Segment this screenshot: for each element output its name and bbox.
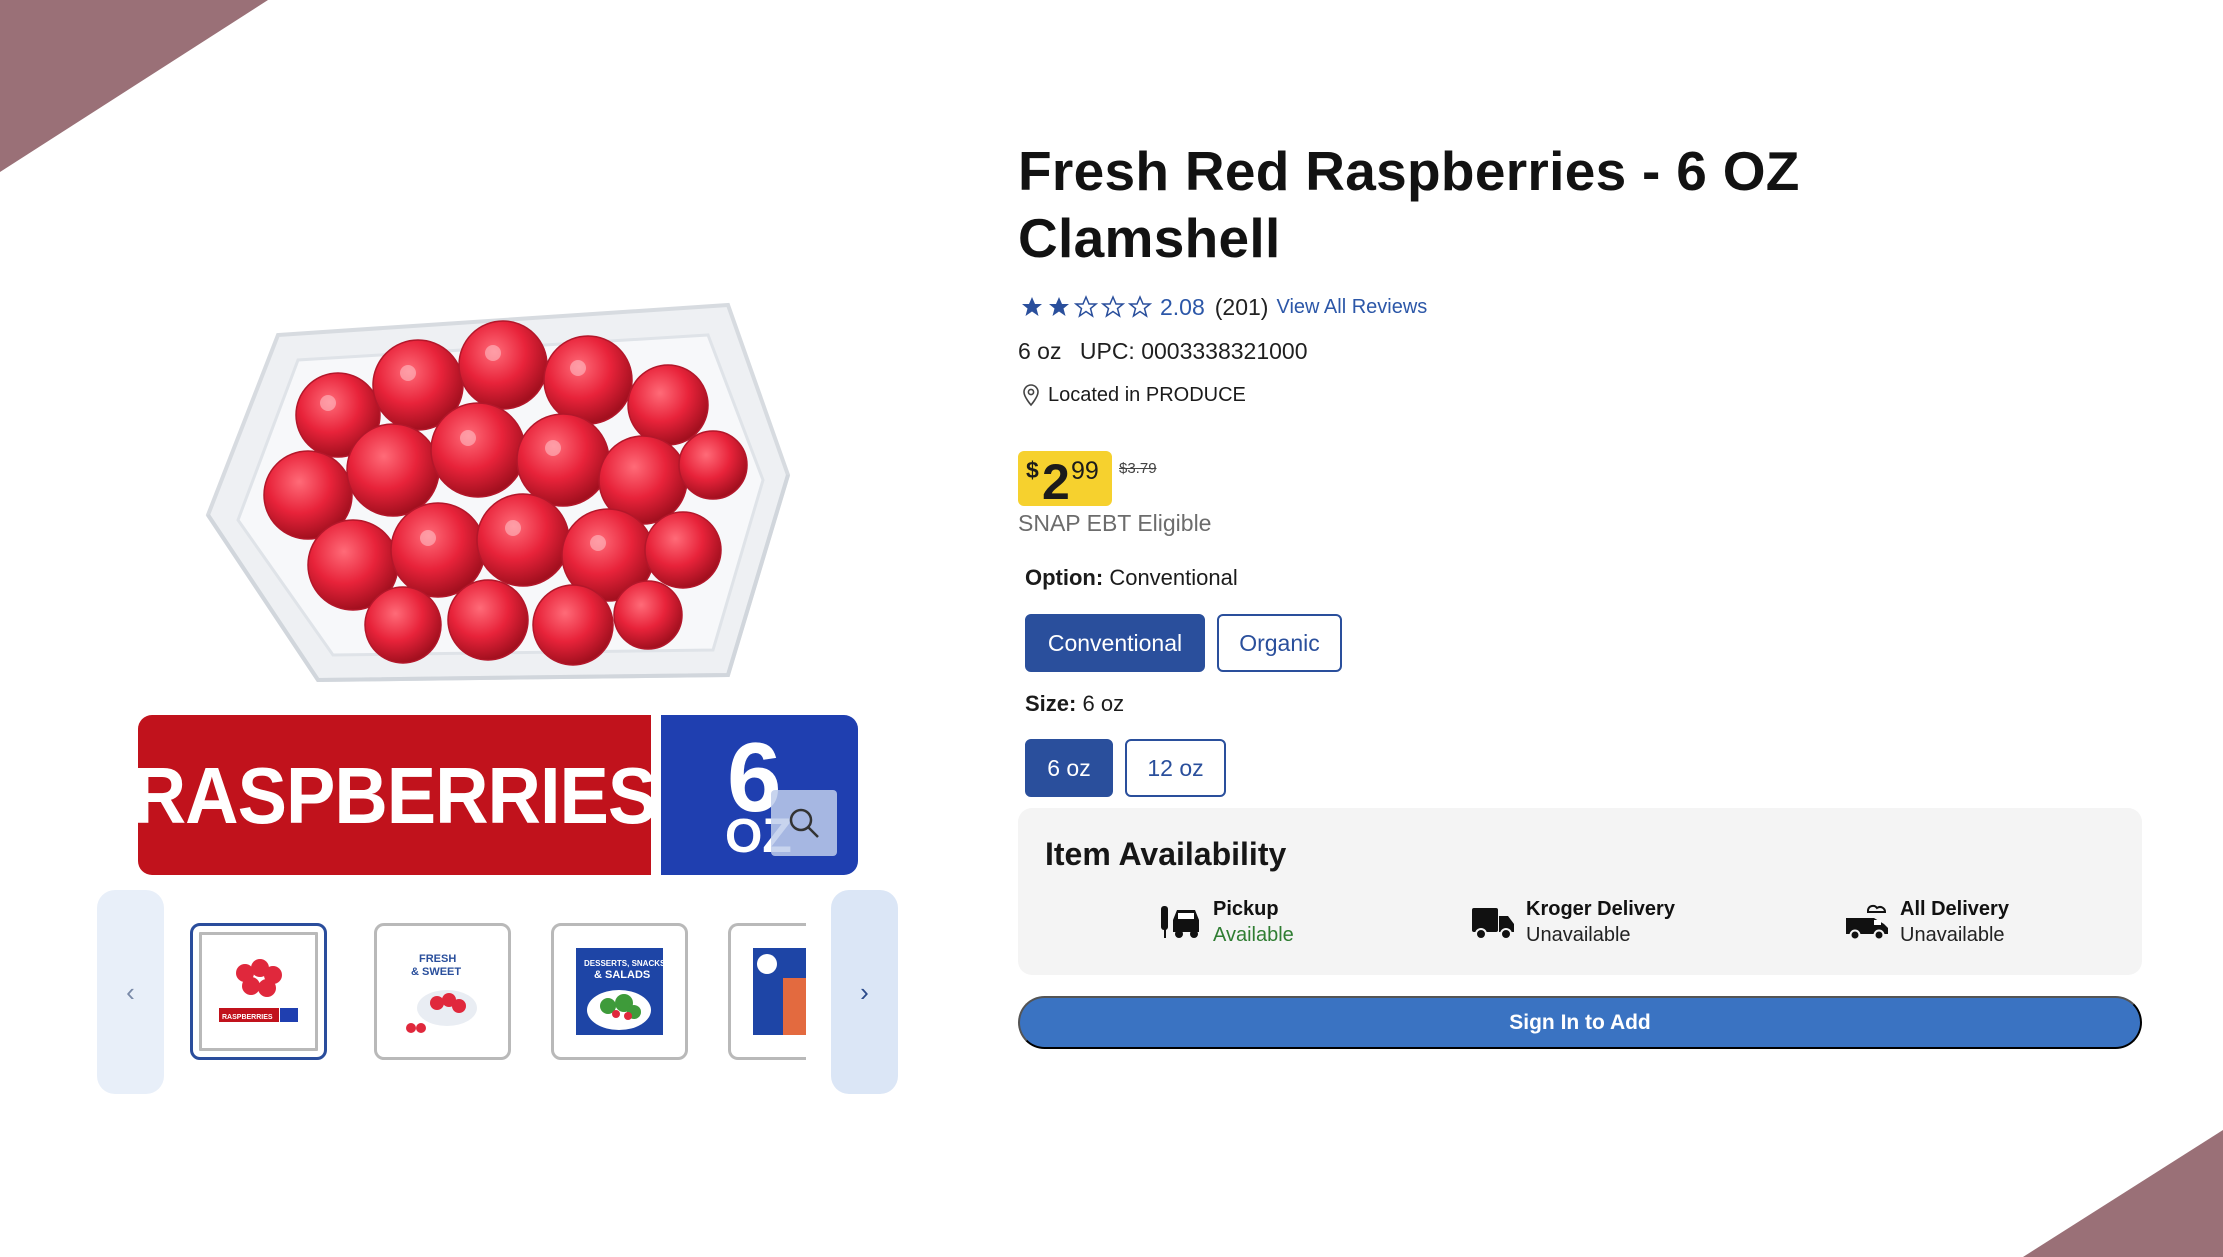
availability-name: Kroger Delivery bbox=[1526, 898, 1675, 920]
size-label: Size: bbox=[1025, 691, 1077, 716]
availability-title: Item Availability bbox=[1045, 836, 1287, 872]
availability-status: Unavailable bbox=[1900, 924, 2005, 946]
svg-text:FRESH: FRESH bbox=[419, 953, 456, 965]
chevron-left-icon: ‹ bbox=[126, 976, 135, 1007]
availability-name: All Delivery bbox=[1900, 898, 2009, 920]
partial-thumbnail-image bbox=[753, 948, 806, 1035]
availability-status: Unavailable bbox=[1526, 924, 1631, 946]
option-value: Conventional bbox=[1109, 565, 1238, 590]
chevron-right-icon: › bbox=[860, 976, 869, 1007]
star-empty-icon bbox=[1074, 295, 1098, 318]
svg-text:RASPBERRIES: RASPBERRIES bbox=[222, 1014, 273, 1021]
decorative-corner-bottom-right bbox=[2023, 1130, 2223, 1257]
star-filled-icon bbox=[1022, 297, 1042, 316]
thumbnail-partial[interactable] bbox=[728, 923, 806, 1060]
rating-count: (201) bbox=[1214, 293, 1269, 320]
star-filled-icon bbox=[1049, 297, 1069, 316]
availability-all-delivery[interactable]: All Delivery Unavailable bbox=[1844, 896, 2009, 948]
option-organic-button[interactable]: Organic bbox=[1217, 614, 1342, 672]
location-text: Located in PRODUCE bbox=[1048, 383, 1246, 406]
availability-name: Pickup bbox=[1213, 898, 1279, 920]
product-size: 6 oz bbox=[1018, 338, 1062, 364]
all-delivery-van-icon bbox=[1846, 904, 1888, 941]
size-value: 6 oz bbox=[1082, 691, 1125, 716]
option-label-row: Option: Conventional bbox=[1025, 565, 1238, 591]
option-label: Option: bbox=[1025, 565, 1104, 590]
product-title: Fresh Red Raspberries - 6 OZ Clamshell bbox=[1018, 140, 1800, 269]
star-empty-icon bbox=[1128, 295, 1152, 318]
zoom-button[interactable] bbox=[771, 790, 837, 856]
thumbnail-raspberries[interactable]: RASPBERRIES bbox=[190, 923, 327, 1060]
raspberries-clamshell-image bbox=[205, 302, 791, 683]
delivery-truck-icon bbox=[1472, 908, 1514, 940]
carousel-prev-button[interactable]: ‹ bbox=[97, 890, 164, 1094]
snap-ebt-eligible: SNAP EBT Eligible bbox=[1018, 510, 1212, 536]
product-upc: UPC: 0003338321000 bbox=[1079, 338, 1308, 364]
magnifier-icon bbox=[789, 808, 819, 838]
raspberries-thumbnail-image: RASPBERRIES bbox=[219, 959, 298, 1022]
pickup-car-icon bbox=[1161, 906, 1199, 938]
svg-text:& SWEET: & SWEET bbox=[411, 966, 461, 978]
size-upc-row: 6 oz UPC: 0003338321000 bbox=[1018, 338, 1308, 365]
svg-text:DESSERTS, SNACKS: DESSERTS, SNACKS bbox=[584, 959, 663, 968]
thumbnail-salads[interactable]: DESSERTS, SNACKS & SALADS bbox=[551, 923, 688, 1060]
fresh-sweet-thumbnail-image: FRESH & SWEET bbox=[406, 953, 477, 1033]
aisle-location: Located in PRODUCE bbox=[1020, 383, 1246, 407]
price-dollars: 2 bbox=[1042, 454, 1070, 510]
sale-price-tag: $ 2 99 bbox=[1018, 451, 1112, 510]
product-label-banner: RASPBERRIES 6 OZ bbox=[138, 715, 858, 875]
svg-text:& SALADS: & SALADS bbox=[594, 969, 650, 981]
location-pin-icon bbox=[1023, 384, 1039, 407]
option-conventional-button[interactable]: Conventional bbox=[1025, 614, 1205, 672]
original-price: $3.79 bbox=[1119, 460, 1157, 477]
rating-value: 2.08 bbox=[1160, 293, 1205, 320]
size-label-row: Size: 6 oz bbox=[1025, 691, 1124, 717]
price-currency: $ bbox=[1026, 457, 1039, 483]
carousel-next-button[interactable]: › bbox=[831, 890, 898, 1094]
rating-row: 2.08 (201) View All Reviews bbox=[1020, 292, 1427, 322]
star-empty-icon bbox=[1101, 295, 1125, 318]
size-6oz-button[interactable]: 6 oz bbox=[1025, 739, 1113, 797]
size-12oz-button[interactable]: 12 oz bbox=[1125, 739, 1226, 797]
availability-pickup[interactable]: Pickup Available bbox=[1159, 896, 1294, 948]
view-all-reviews-link[interactable]: View All Reviews bbox=[1276, 296, 1427, 319]
salads-thumbnail-image: DESSERTS, SNACKS & SALADS bbox=[576, 948, 663, 1035]
availability-status: Available bbox=[1213, 924, 1294, 946]
product-main-image[interactable]: RASPBERRIES 6 OZ bbox=[138, 155, 858, 880]
thumbnail-fresh-sweet[interactable]: FRESH & SWEET bbox=[374, 923, 511, 1060]
banner-product-name: RASPBERRIES bbox=[138, 715, 657, 875]
price-cents: 99 bbox=[1071, 457, 1099, 485]
sign-in-to-add-button[interactable]: Sign In to Add bbox=[1018, 996, 2142, 1049]
star-rating bbox=[1020, 295, 1152, 319]
availability-kroger-delivery[interactable]: Kroger Delivery Unavailable bbox=[1470, 896, 1675, 948]
decorative-corner-top-left bbox=[0, 0, 268, 172]
item-availability-panel: Item Availability Pickup Available Kroge… bbox=[1018, 808, 2142, 975]
